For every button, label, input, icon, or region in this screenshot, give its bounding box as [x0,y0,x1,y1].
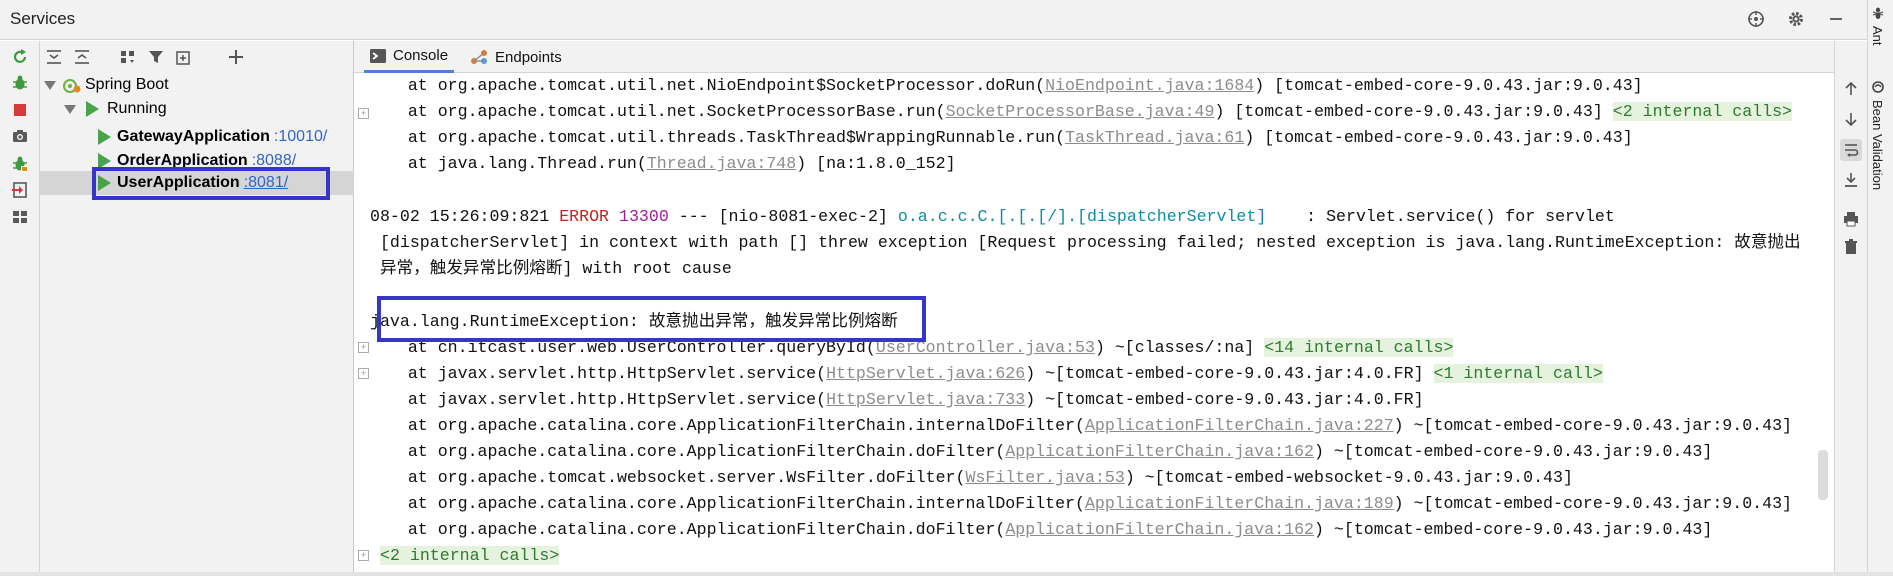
source-link[interactable]: TaskThread.java:61 [1065,128,1244,147]
tree-node-spring-boot[interactable]: Spring Boot [44,73,169,97]
source-link[interactable]: ApplicationFilterChain.java:227 [1085,416,1394,435]
right-tool-strip: Ant Bean Validation [1867,0,1893,576]
bean-icon [1871,81,1884,93]
down-arrow-icon[interactable] [1840,108,1862,130]
app-name: GatewayApplication [117,128,270,145]
log-line-continuation: 异常，触发异常比例熔断] with root cause [370,259,732,278]
source-link[interactable]: ApplicationFilterChain.java:189 [1085,494,1394,513]
user-application-highlight [92,167,330,200]
bean-validation-label: Bean Validation [1870,100,1885,191]
stop-icon[interactable] [9,99,31,121]
stack-line: <2 internal calls> [380,543,560,569]
stack-line: at org.apache.catalina.core.ApplicationF… [368,442,1713,461]
debug-icon[interactable] [9,72,31,94]
log-logger: o.a.c.c.C.[.[.[/].[dispatcherServlet] [897,207,1267,226]
gear-icon[interactable] [1785,8,1807,30]
minimize-icon[interactable] [1825,8,1847,30]
log-pid: 13300 [618,207,669,226]
log-timestamp: 08-02 15:26:09:821 [370,207,550,226]
log-line-continuation: [dispatcherServlet] in context with path… [370,233,1801,252]
log-level: ERROR [559,207,610,226]
globe-icon[interactable] [1745,8,1767,30]
source-link[interactable]: Thread.java:748 [647,154,796,173]
internal-calls-badge[interactable]: <14 internal calls> [1264,338,1454,357]
tab-console[interactable]: Console [364,41,455,73]
stack-line: at java.lang.Thread.run(Thread.java:748)… [368,154,956,173]
tree-node-label: Running [107,100,167,117]
up-arrow-icon[interactable] [1840,78,1862,100]
internal-calls-badge[interactable]: <2 internal calls> [380,546,560,565]
fold-toggle[interactable]: + [358,550,369,561]
filter-icon[interactable] [144,45,168,69]
run-icon [86,101,99,117]
stack-line: at javax.servlet.http.HttpServlet.servic… [368,390,1424,409]
add-icon[interactable] [224,45,248,69]
bug-icon[interactable] [9,153,31,175]
source-link[interactable]: ApplicationFilterChain.java:162 [1005,520,1314,539]
internal-calls-badge[interactable]: <1 internal call> [1433,364,1603,383]
console-toolbar [1834,41,1867,576]
source-link[interactable]: HttpServlet.java:733 [826,390,1025,409]
trash-icon[interactable] [1840,236,1862,258]
exception-highlight [377,296,926,342]
console-scrollbar[interactable] [1818,450,1828,500]
port-link[interactable]: :10010/ [274,128,327,146]
stack-line: at org.apache.catalina.core.ApplicationF… [368,494,1792,513]
tree-node-running[interactable]: Running [64,97,167,121]
chevron-down-icon[interactable] [64,104,76,114]
title-actions [1745,8,1847,30]
print-icon[interactable] [1840,208,1862,230]
spring-boot-icon [63,79,81,93]
layout-icon[interactable] [9,206,31,228]
ant-tool-button[interactable]: Ant [1870,6,1885,46]
source-link[interactable]: SocketProcessorBase.java:49 [946,102,1215,121]
window-title: Services [10,9,76,28]
collapse-all-icon[interactable] [70,45,94,69]
login-icon[interactable] [9,179,31,201]
tree-toolbar [40,41,354,73]
stack-line: at javax.servlet.http.HttpServlet.servic… [368,364,1603,383]
tree-node-label: Spring Boot [85,76,169,93]
services-tree-panel: Spring Boot Running GatewayApplication :… [40,41,354,576]
stack-line: at org.apache.catalina.core.ApplicationF… [368,416,1792,435]
stack-line: at org.apache.catalina.core.ApplicationF… [368,520,1713,539]
stack-line: at org.apache.tomcat.util.net.NioEndpoin… [368,76,1643,95]
chevron-down-icon[interactable] [44,80,56,90]
services-action-column [0,41,40,576]
tab-endpoints[interactable]: Endpoints [470,41,562,73]
soft-wrap-icon[interactable] [1840,139,1862,161]
source-link[interactable]: ApplicationFilterChain.java:162 [1005,442,1314,461]
services-window: Services Ant Bean Validation Spring Boot… [0,0,1893,576]
group-icon[interactable] [116,45,140,69]
endpoints-icon [471,50,487,64]
ant-label: Ant [1870,26,1885,46]
rerun-icon[interactable] [9,46,31,68]
ant-icon [1872,7,1883,19]
run-icon [98,129,111,145]
scroll-to-end-icon[interactable] [1840,169,1862,191]
source-link[interactable]: WsFilter.java:53 [965,468,1124,487]
log-line: 08-02 15:26:09:821 ERROR 13300 --- [nio-… [370,207,1615,226]
tab-label: Console [393,47,449,64]
source-link[interactable]: HttpServlet.java:626 [826,364,1025,383]
camera-icon[interactable] [9,125,31,147]
expand-all-icon[interactable] [42,45,66,69]
stack-line: at org.apache.tomcat.util.threads.TaskTh… [368,128,1633,147]
console-icon [370,48,386,63]
new-tab-icon[interactable] [172,45,196,69]
bean-validation-tool-button[interactable]: Bean Validation [1870,80,1885,190]
log-thread: [nio-8081-exec-2] [718,207,888,226]
stack-line: at org.apache.tomcat.util.net.SocketProc… [368,102,1793,121]
log-message: : Servlet.service() for servlet [1276,207,1615,226]
title-bar: Services [0,0,1867,40]
stack-line: at org.apache.tomcat.websocket.server.Ws… [368,468,1573,487]
bottom-status-strip [0,572,1893,576]
console-tab-bar: Console Endpoints [354,41,1834,73]
source-link[interactable]: NioEndpoint.java:1684 [1045,76,1254,95]
internal-calls-badge[interactable]: <2 internal calls> [1612,102,1793,121]
tree-node-gateway-application[interactable]: GatewayApplication :10010/ [98,125,327,149]
tab-label: Endpoints [495,48,562,66]
